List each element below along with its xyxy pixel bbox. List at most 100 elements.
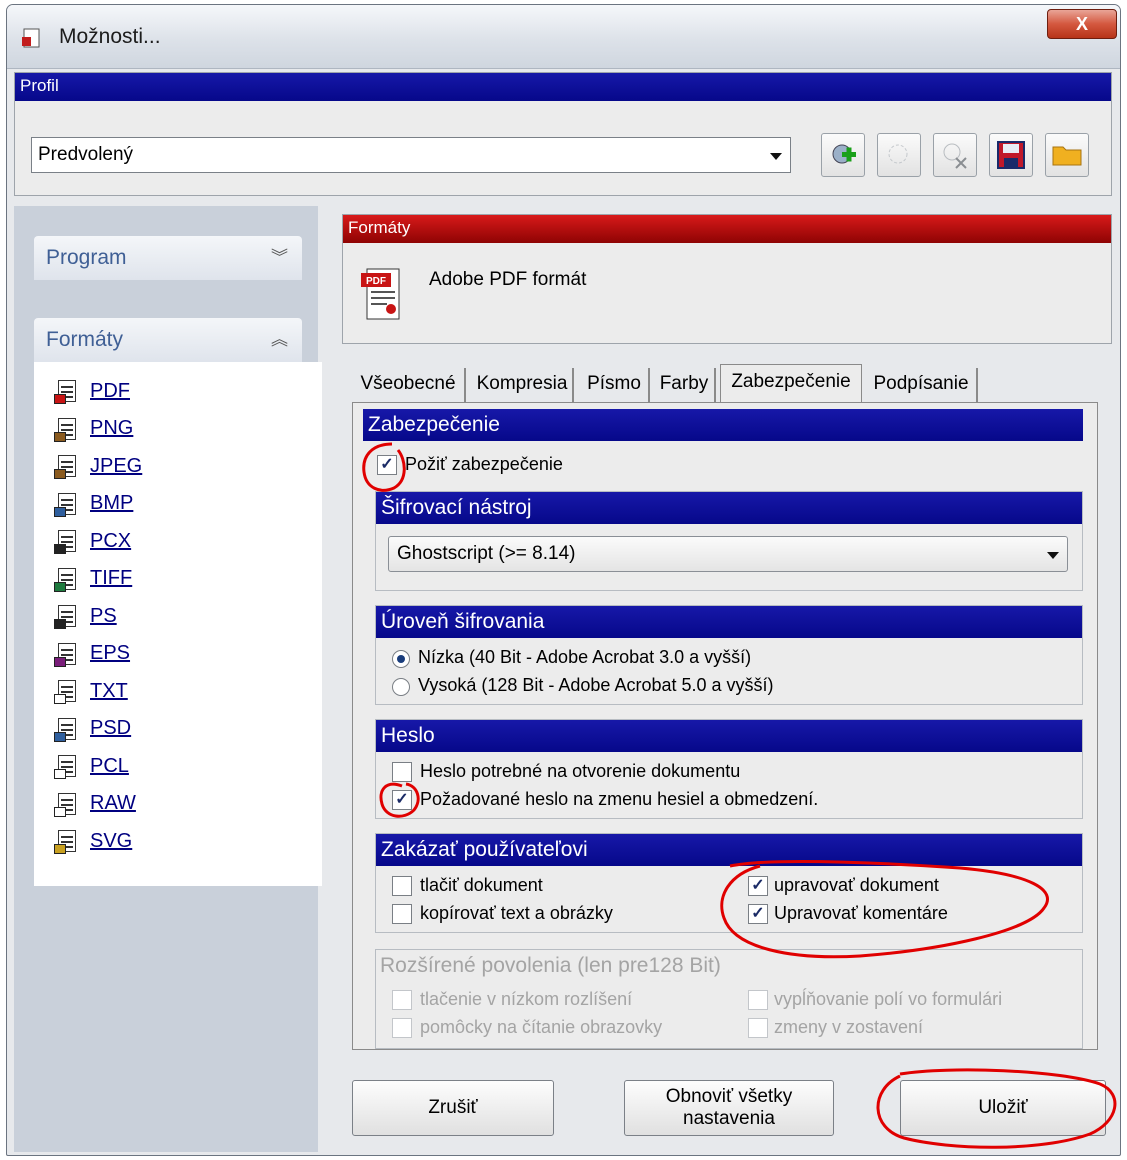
extended-permissions-header: Rozšírené povolenia (len pre128 Bit)	[380, 954, 721, 977]
format-label: TIFF	[90, 567, 133, 589]
assembly-label: zmeny v zostavení	[774, 1017, 924, 1037]
chevron-down-icon	[770, 153, 782, 160]
format-label: PNG	[90, 417, 134, 439]
reset-button-line2: nastavenia	[683, 1108, 775, 1129]
reset-settings-button[interactable]: Obnoviť všetky nastavenia	[624, 1080, 834, 1136]
file-format-icon	[54, 716, 80, 742]
cipher-select-value: Ghostscript (>= 8.14)	[397, 543, 576, 564]
close-button[interactable]: X	[1047, 9, 1117, 39]
file-format-icon	[54, 416, 80, 442]
format-label: JPEG	[90, 454, 143, 477]
tab-general[interactable]: Všeobecné	[352, 368, 466, 402]
file-format-icon	[54, 641, 80, 667]
save-button-label: Uložiť	[978, 1097, 1028, 1118]
cipher-header: Šifrovací nástroj	[376, 492, 1082, 524]
tab-font[interactable]: Písmo	[580, 368, 650, 402]
use-security-checkbox[interactable]: ✓	[377, 455, 397, 475]
password-group: Heslo Heslo potrebné na otvorenie dokume…	[375, 719, 1083, 819]
profile-header: Profil	[15, 73, 1111, 101]
format-description: Adobe PDF formát	[429, 269, 587, 290]
file-format-icon	[54, 453, 80, 479]
format-item-pdf[interactable]: PDF	[54, 376, 130, 406]
file-format-icon	[54, 528, 80, 554]
formats-label: Formáty	[46, 328, 124, 351]
formats-list: PDF PNG JPEG BMP PCX TIFF PS EPS TXT PSD PCL RAW SVG	[34, 362, 322, 886]
format-label: PCX	[90, 529, 132, 552]
edit-document-checkbox[interactable]: ✓	[748, 876, 768, 896]
format-label: PDF	[90, 379, 130, 402]
save-profile-icon	[997, 141, 1025, 169]
open-password-checkbox[interactable]	[392, 762, 412, 782]
format-group: Formáty PDF Adobe PDF formát	[342, 214, 1112, 344]
rename-profile-button[interactable]	[877, 133, 921, 177]
format-item-eps[interactable]: EPS	[54, 639, 130, 669]
format-item-svg[interactable]: SVG	[54, 826, 132, 856]
add-profile-icon	[832, 144, 856, 164]
format-item-psd[interactable]: PSD	[54, 714, 131, 744]
file-format-icon	[54, 753, 80, 779]
format-item-pcx[interactable]: PCX	[54, 526, 131, 556]
high-encryption-label: Vysoká (128 Bit - Adobe Acrobat 5.0 a vy…	[418, 675, 774, 695]
security-panel: Zabezpečenie ✓ Požiť zabezpečenie Šifrov…	[352, 402, 1098, 1050]
format-label: TXT	[90, 679, 128, 702]
sidebar-item-formats[interactable]: Formáty ︽	[34, 318, 302, 362]
cancel-button[interactable]: Zrušiť	[352, 1080, 554, 1136]
format-item-pcl[interactable]: PCL	[54, 751, 129, 781]
edit-comments-label: Upravovať komentáre	[774, 903, 948, 923]
pdf-icon: PDF	[361, 268, 400, 320]
format-item-raw[interactable]: RAW	[54, 789, 136, 819]
security-header: Zabezpečenie	[363, 409, 1083, 441]
cipher-group: Šifrovací nástroj Ghostscript (>= 8.14)	[375, 491, 1083, 591]
format-item-ps[interactable]: PS	[54, 601, 117, 631]
copy-text-checkbox[interactable]	[392, 904, 412, 924]
chevron-double-down-icon: ︾	[271, 248, 288, 267]
cipher-select[interactable]: Ghostscript (>= 8.14)	[388, 536, 1068, 572]
print-document-checkbox[interactable]	[392, 876, 412, 896]
profile-group: Profil Predvolený	[14, 72, 1112, 196]
open-profile-button[interactable]	[1045, 133, 1089, 177]
assembly-checkbox	[748, 1018, 768, 1038]
format-label: PS	[90, 604, 117, 627]
format-item-tiff[interactable]: TIFF	[54, 564, 132, 594]
title-bar: Možnosti... X	[7, 5, 1120, 69]
file-format-icon	[54, 491, 80, 517]
profile-select[interactable]: Predvolený	[31, 137, 791, 173]
copy-text-label: kopírovať text a obrázky	[420, 903, 613, 923]
screen-reader-checkbox	[392, 1018, 412, 1038]
save-profile-button[interactable]	[989, 133, 1033, 177]
rename-profile-icon	[888, 144, 908, 164]
tab-signing[interactable]: Podpísanie	[866, 368, 978, 402]
extended-permissions-group: Rozšírené povolenia (len pre128 Bit) tla…	[375, 949, 1083, 1049]
save-button[interactable]: Uložiť	[900, 1080, 1106, 1136]
low-encryption-label: Nízka (40 Bit - Adobe Acrobat 3.0 a vyšš…	[418, 647, 752, 667]
tab-security[interactable]: Zabezpečenie	[720, 364, 862, 402]
screen-reader-label: pomôcky na čítanie obrazovky	[420, 1017, 663, 1037]
format-item-jpeg[interactable]: JPEG	[54, 451, 142, 481]
file-format-icon	[54, 828, 80, 854]
edit-document-label: upravovať dokument	[774, 875, 939, 895]
edit-comments-checkbox[interactable]: ✓	[748, 904, 768, 924]
high-encryption-radio[interactable]	[392, 678, 410, 696]
low-encryption-radio[interactable]	[392, 650, 410, 668]
change-password-checkbox[interactable]: ✓	[392, 790, 412, 810]
folder-icon	[1052, 146, 1082, 166]
encryption-level-header: Úroveň šifrovania	[376, 606, 1082, 638]
file-format-icon	[54, 378, 80, 404]
button-bar: Zrušiť Obnoviť všetky nastavenia Uložiť	[342, 1062, 1112, 1156]
add-profile-button[interactable]	[821, 133, 865, 177]
format-item-bmp[interactable]: BMP	[54, 489, 133, 519]
file-format-icon	[54, 603, 80, 629]
delete-profile-button[interactable]	[933, 133, 977, 177]
print-document-label: tlačiť dokument	[420, 875, 543, 895]
password-header: Heslo	[376, 720, 1082, 752]
tab-compression[interactable]: Kompresia	[472, 368, 574, 402]
format-item-txt[interactable]: TXT	[54, 676, 128, 706]
format-label: EPS	[90, 642, 131, 664]
format-label: BMP	[90, 492, 134, 514]
format-item-png[interactable]: PNG	[54, 414, 133, 444]
tab-colors[interactable]: Farby	[654, 368, 716, 402]
window-title: Možnosti...	[59, 25, 161, 48]
sidebar-item-program[interactable]: Program ︾	[34, 236, 302, 280]
encryption-level-group: Úroveň šifrovania Nízka (40 Bit - Adobe …	[375, 605, 1083, 705]
format-label: PSD	[90, 717, 132, 739]
